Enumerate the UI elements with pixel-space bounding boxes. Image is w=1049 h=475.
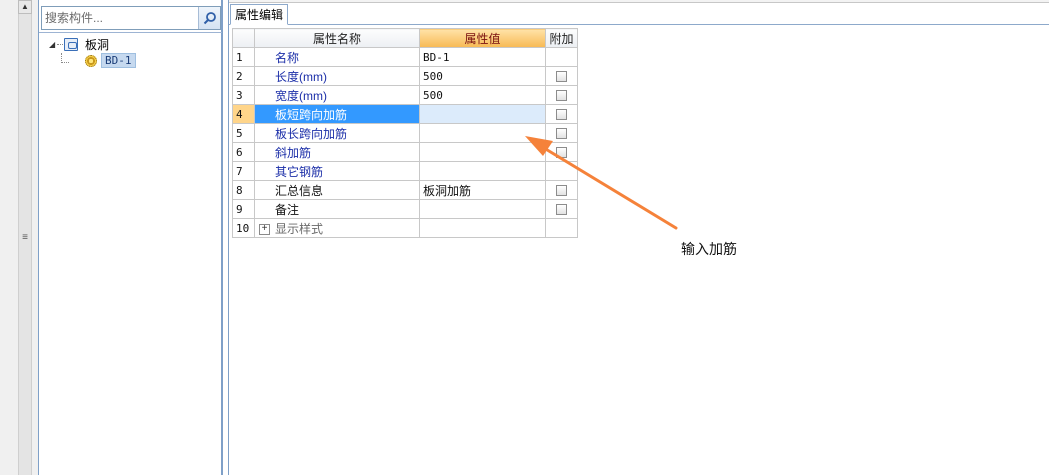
table-row[interactable]: 7 其它钢筋: [232, 161, 578, 181]
extra-cell: [545, 47, 578, 67]
row-index: 10: [232, 218, 255, 238]
property-value[interactable]: BD-1: [419, 47, 546, 67]
table-row[interactable]: 8 汇总信息 板洞加筋: [232, 180, 578, 200]
property-value[interactable]: [419, 161, 546, 181]
extra-header[interactable]: 附加: [545, 28, 578, 48]
search-input[interactable]: [45, 9, 195, 27]
extra-checkbox[interactable]: [556, 185, 567, 197]
table-row[interactable]: 1 名称 BD-1: [232, 47, 578, 67]
property-name-group[interactable]: + 显示样式: [254, 218, 420, 238]
component-tree-panel: ◢ 板洞 BD-1: [38, 0, 223, 475]
scroll-up-arrow-icon[interactable]: ▲: [18, 0, 32, 14]
table-row[interactable]: 2 长度(mm) 500: [232, 66, 578, 86]
property-value-header[interactable]: 属性值: [419, 28, 546, 48]
search-icon: [203, 12, 216, 25]
tree-child-label: BD-1: [101, 53, 136, 68]
extra-checkbox[interactable]: [556, 204, 567, 216]
property-name[interactable]: 备注: [254, 199, 420, 219]
table-row-selected[interactable]: 4 板短跨向加筋: [232, 104, 578, 124]
extra-cell: [545, 218, 578, 238]
search-button[interactable]: [198, 7, 220, 29]
index-header: [232, 28, 255, 48]
property-value[interactable]: [419, 123, 546, 143]
property-name[interactable]: 斜加筋: [254, 142, 420, 162]
row-index: 8: [232, 180, 255, 200]
extra-checkbox[interactable]: [556, 109, 567, 121]
search-box: [41, 6, 221, 30]
extra-cell: [545, 104, 578, 124]
tab-property-edit[interactable]: 属性编辑: [230, 4, 289, 25]
extra-checkbox[interactable]: [556, 128, 567, 140]
tree-connector: [61, 53, 69, 63]
tree-connector: [57, 44, 63, 45]
table-row[interactable]: 6 斜加筋: [232, 142, 578, 162]
grid-header-row: 属性名称 属性值 附加: [232, 28, 578, 48]
row-index: 1: [232, 47, 255, 67]
property-value[interactable]: 板洞加筋: [419, 180, 546, 200]
property-value[interactable]: [419, 199, 546, 219]
row-index: 4: [232, 104, 255, 124]
property-name[interactable]: 其它钢筋: [254, 161, 420, 181]
component-tree: ◢ 板洞 BD-1: [39, 32, 222, 475]
tab-bar: 属性编辑: [229, 4, 1049, 25]
property-name[interactable]: 宽度(mm): [254, 85, 420, 105]
component-folder-icon: [64, 38, 78, 51]
top-toolbar-edge: [229, 0, 1049, 3]
table-row[interactable]: 5 板长跨向加筋: [232, 123, 578, 143]
property-name[interactable]: 名称: [254, 47, 420, 67]
extra-checkbox[interactable]: [556, 71, 567, 83]
extra-checkbox[interactable]: [556, 147, 567, 159]
property-value[interactable]: [419, 142, 546, 162]
property-name[interactable]: 汇总信息: [254, 180, 420, 200]
property-value[interactable]: 500: [419, 85, 546, 105]
left-scrollbar[interactable]: ▲ ≡: [0, 0, 38, 475]
expand-plus-icon[interactable]: +: [259, 223, 270, 235]
extra-cell: [545, 180, 578, 200]
property-grid: 属性名称 属性值 附加 1 名称 BD-1 2 长度(mm) 500 3 宽度(…: [232, 28, 578, 238]
scroll-grip-icon[interactable]: ≡: [19, 232, 31, 244]
collapse-triangle-icon[interactable]: ◢: [49, 41, 57, 49]
property-name[interactable]: 长度(mm): [254, 66, 420, 86]
tree-node-bd-1[interactable]: BD-1: [69, 53, 219, 69]
row-index: 5: [232, 123, 255, 143]
extra-cell: [545, 66, 578, 86]
property-editor-panel: 属性编辑 属性名称 属性值 附加 1 名称 BD-1 2 长度(mm) 500 …: [228, 0, 1049, 475]
row-index: 3: [232, 85, 255, 105]
table-row[interactable]: 10 + 显示样式: [232, 218, 578, 238]
row-index: 2: [232, 66, 255, 86]
tree-root-label: 板洞: [85, 38, 110, 52]
extra-cell: [545, 142, 578, 162]
extra-cell: [545, 199, 578, 219]
property-value[interactable]: 500: [419, 66, 546, 86]
table-row[interactable]: 9 备注: [232, 199, 578, 219]
property-name[interactable]: 板短跨向加筋: [254, 104, 420, 124]
extra-cell: [545, 123, 578, 143]
property-value-input[interactable]: [419, 104, 546, 124]
property-value[interactable]: [419, 218, 546, 238]
property-name-header[interactable]: 属性名称: [254, 28, 420, 48]
extra-checkbox[interactable]: [556, 90, 567, 102]
annotation-label: 输入加筋: [681, 241, 737, 257]
hole-component-icon: [85, 55, 97, 67]
table-row[interactable]: 3 宽度(mm) 500: [232, 85, 578, 105]
property-name[interactable]: 板长跨向加筋: [254, 123, 420, 143]
row-index: 7: [232, 161, 255, 181]
tree-node-root[interactable]: ◢ 板洞: [49, 37, 219, 53]
group-label: 显示样式: [275, 221, 324, 236]
extra-cell: [545, 85, 578, 105]
extra-cell: [545, 161, 578, 181]
row-index: 6: [232, 142, 255, 162]
row-index: 9: [232, 199, 255, 219]
